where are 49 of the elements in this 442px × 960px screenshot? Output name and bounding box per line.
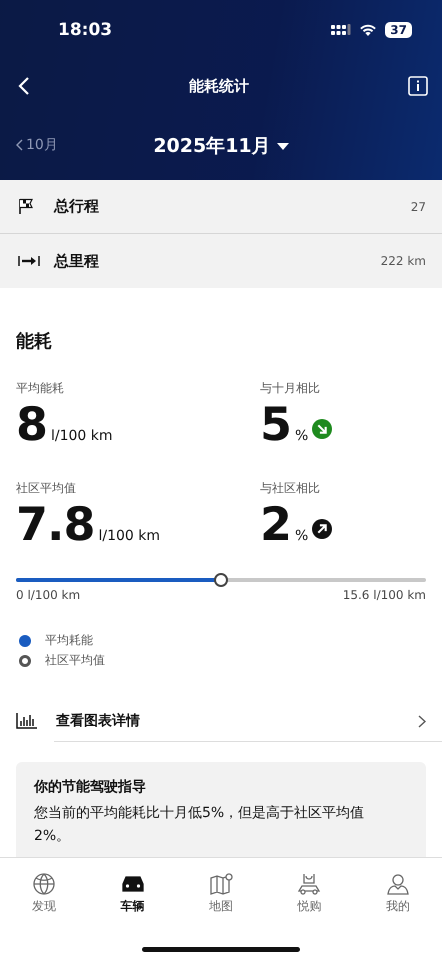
tab-item[interactable]: 车辆 <box>88 872 177 915</box>
previous-month-link[interactable]: 10月 <box>16 136 58 154</box>
chevron-right-icon <box>418 714 426 728</box>
gauge-max-label: 15.6 l/100 km <box>342 588 426 602</box>
stat-value: 8 <box>16 398 48 450</box>
legend-label: 社区平均值 <box>45 652 105 669</box>
battery-level: 37 <box>385 22 412 38</box>
checkered-flag-icon <box>18 198 34 215</box>
stat-unit: % <box>295 528 308 544</box>
stat-label: 平均能耗 <box>16 380 65 396</box>
stat-label: 与社区相比 <box>260 480 321 496</box>
stat-value: 5 <box>260 398 292 450</box>
status-time: 18:03 <box>58 20 112 40</box>
tab-item[interactable]: 地图 <box>176 872 266 915</box>
distance-arrow-icon <box>18 255 40 267</box>
month-picker[interactable]: 2025年11月 <box>153 133 289 159</box>
shopping-bag-car-icon <box>296 872 322 896</box>
gauge-min-label: 0 l/100 km <box>16 588 80 602</box>
tip-title: 你的节能驾驶指导 <box>34 778 147 796</box>
stat-unit: % <box>295 428 308 444</box>
bar-chart-icon <box>16 713 38 729</box>
section-title: 能耗 <box>16 330 53 354</box>
tab-item[interactable]: 我的 <box>354 872 442 915</box>
stat-value: 7.8 <box>16 498 94 550</box>
map-icon <box>208 872 234 896</box>
page-title: 能耗统计 <box>189 76 249 96</box>
stat-unit: l/100 km <box>51 428 113 444</box>
chevron-left-icon <box>16 139 23 151</box>
globe-icon <box>31 872 58 896</box>
stat-label: 与十月相比 <box>260 380 321 396</box>
summary-value: 222 km <box>380 254 426 268</box>
person-icon <box>384 872 411 896</box>
legend-label: 平均耗能 <box>45 632 93 649</box>
summary-label: 总行程 <box>54 197 100 216</box>
summary-value: 27 <box>410 200 426 214</box>
gauge-marker <box>214 573 228 587</box>
summary-label: 总里程 <box>54 252 100 270</box>
tab-item[interactable]: 发现 <box>0 872 88 915</box>
chart-details-link[interactable]: 查看图表详情 <box>16 701 426 741</box>
wifi-icon <box>359 24 378 36</box>
tip-text: 您当前的平均能耗比十月低5%，但是高于社区平均值2%。 <box>34 804 366 846</box>
info-icon[interactable] <box>408 76 428 96</box>
stat-unit: l/100 km <box>98 528 160 544</box>
stat-value: 2 <box>260 498 292 550</box>
dropdown-caret-icon <box>276 142 289 150</box>
signal-icon <box>331 24 352 36</box>
tab-item[interactable]: 悦购 <box>265 872 354 915</box>
stat-label: 社区平均值 <box>16 480 77 496</box>
back-icon[interactable] <box>18 76 30 96</box>
